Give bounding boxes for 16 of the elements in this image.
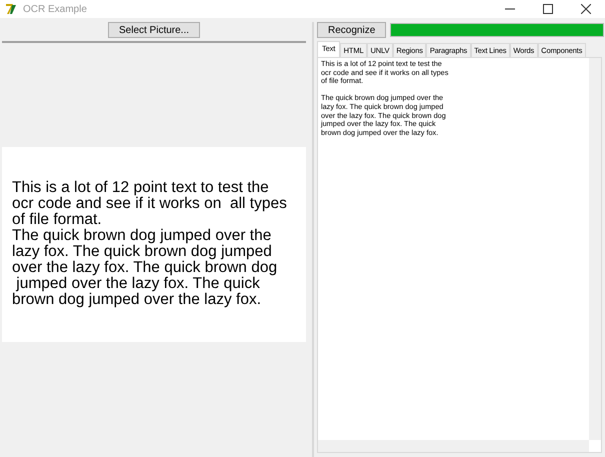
document-text-line: of file format. [12,212,103,228]
maximize-icon[interactable] [543,4,553,14]
window-title: OCR Example [23,4,88,14]
app-icon [5,3,17,15]
document-text-line: over the lazy fox. The quick brown dog [12,260,278,276]
document-text-line: ocr code and see if it works on all types [12,196,288,212]
document-text-line: This is a lot of 12 point text to test the [12,180,270,196]
document-text-line: lazy fox. The quick brown dog jumped [12,244,273,260]
document-text-line: brown dog jumped over the lazy fox. [12,292,262,308]
vertical-scrollbar[interactable] [589,58,601,440]
close-icon[interactable] [581,4,591,14]
horizontal-scrollbar[interactable] [318,440,589,452]
document-text-line: The quick brown dog jumped over the [12,228,272,244]
document-text-line: jumped over the lazy fox. The quick [14,276,260,292]
select-picture-button[interactable]: Select Picture... [108,22,200,38]
recognize-button[interactable]: Recognize [317,22,386,38]
